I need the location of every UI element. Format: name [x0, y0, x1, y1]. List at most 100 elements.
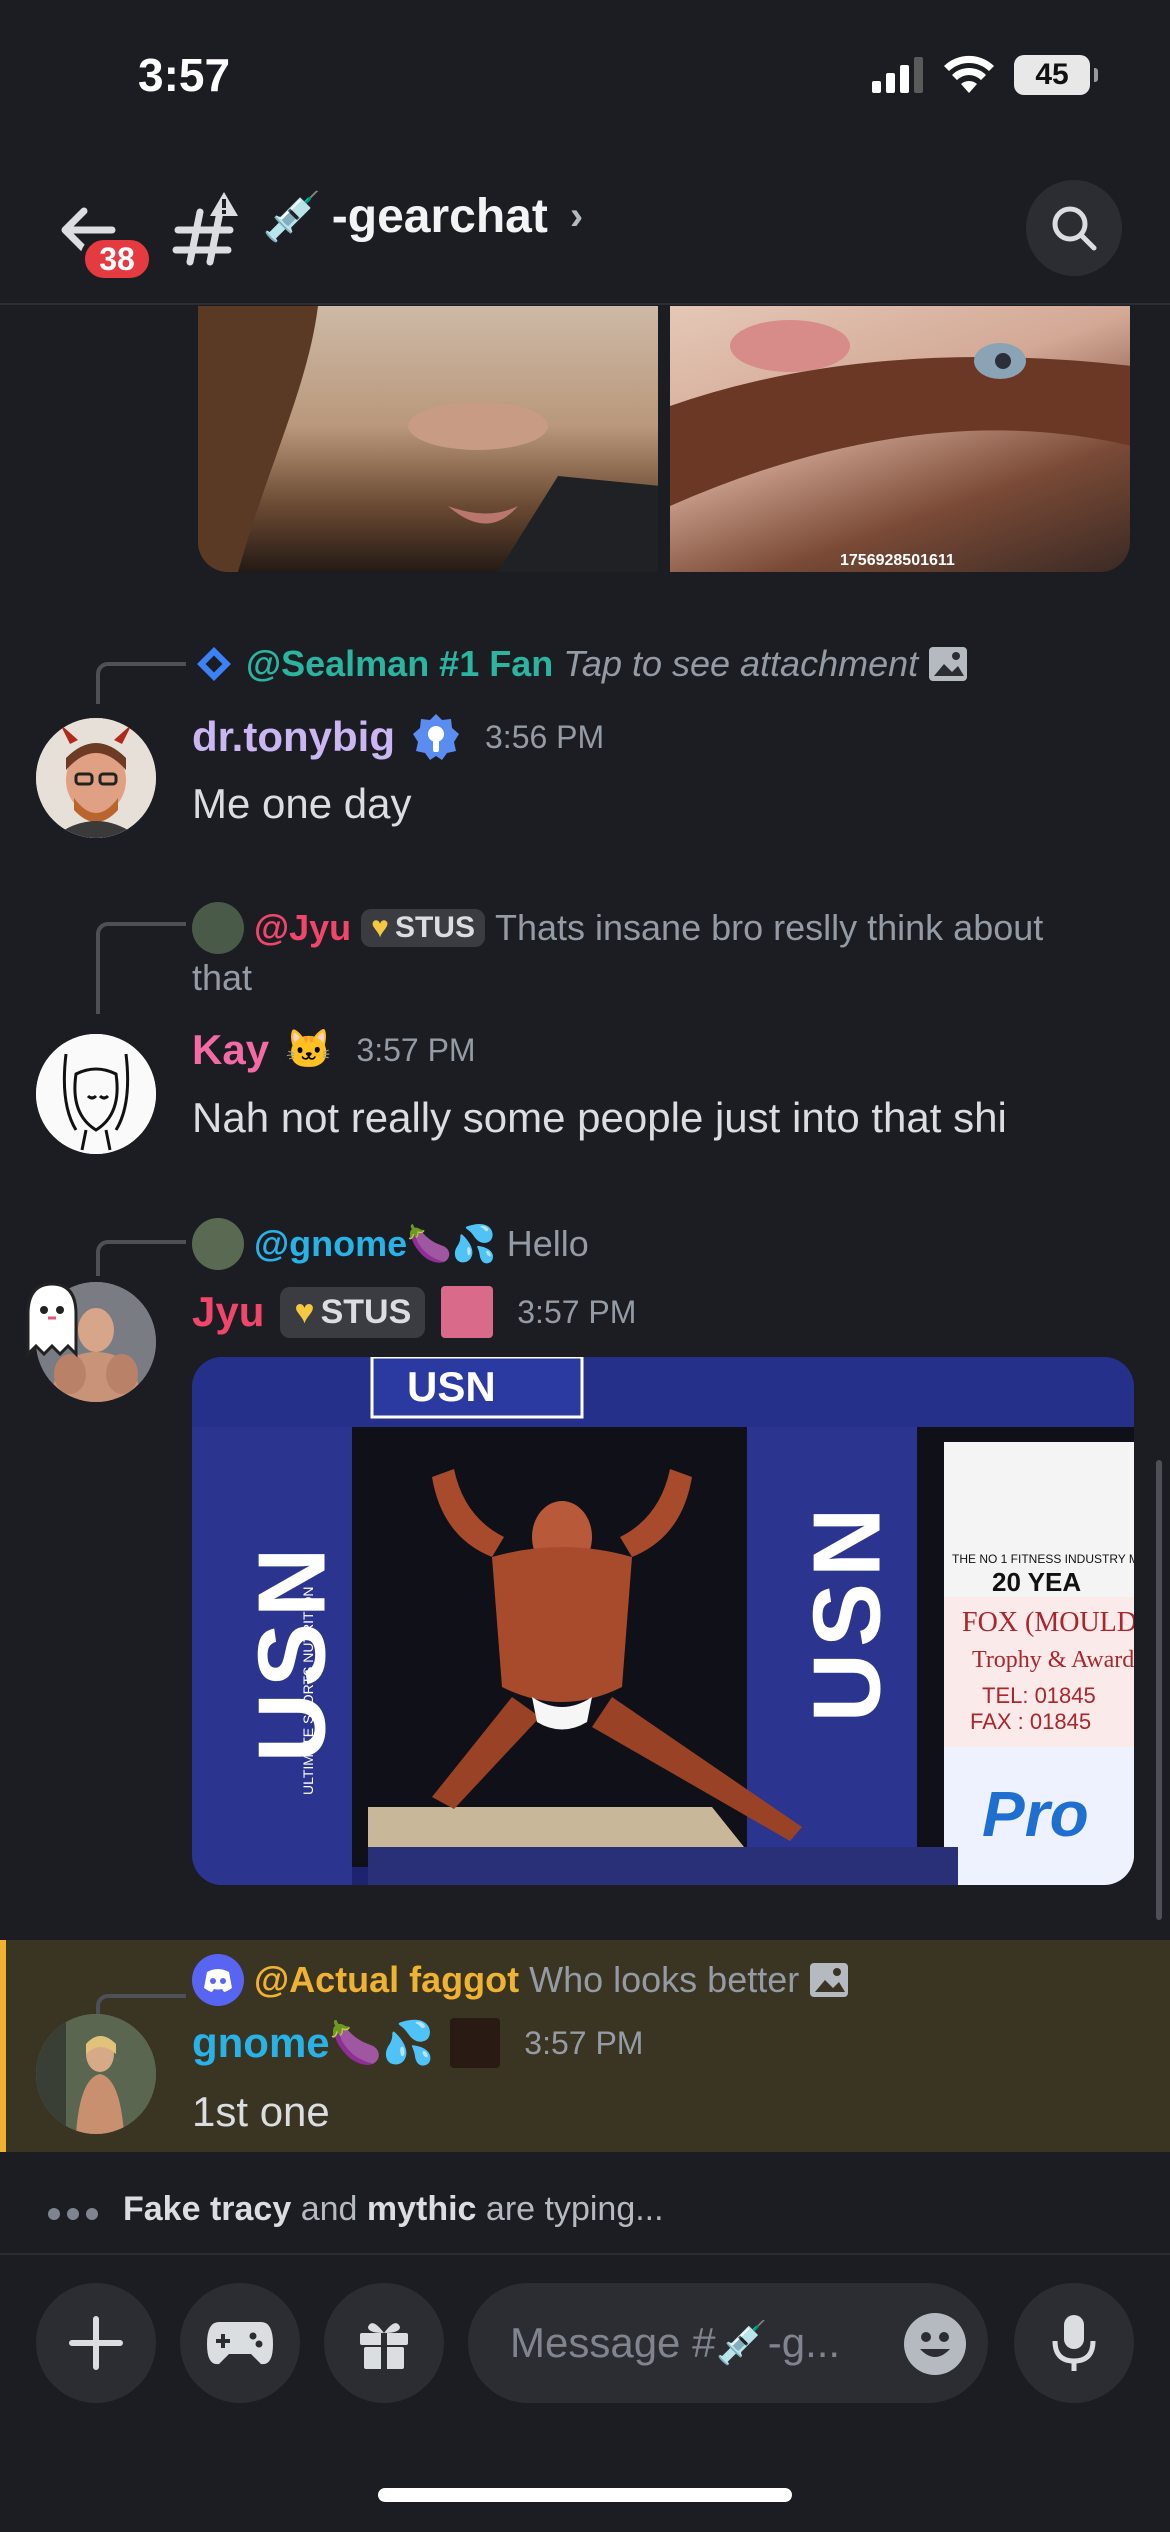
- photo-sign-top: THE NO 1 FITNESS INDUSTRY MA: [952, 1552, 1134, 1566]
- attachment-image[interactable]: [198, 306, 658, 572]
- photo-sign-line: FOX (MOULDIN: [962, 1607, 1134, 1638]
- smiley-icon: [920, 2332, 950, 2357]
- message-text: 1st one: [192, 2088, 330, 2135]
- channel-title[interactable]: 💉 -gearchat ›: [262, 188, 583, 245]
- heart-icon: ♥: [294, 1292, 315, 1331]
- wifi-icon: [944, 55, 994, 93]
- role-label: STUS: [320, 1292, 412, 1331]
- gamepad-icon: [207, 2322, 273, 2365]
- reply-connector: [96, 662, 186, 704]
- reply-avatar: [192, 1218, 244, 1270]
- battery-indicator: 45: [1014, 55, 1098, 95]
- typing-user: mythic: [366, 2190, 477, 2228]
- reply-mention: @Actual faggot: [254, 1959, 520, 2000]
- reply-text: Thats insane bro reslly think about: [494, 907, 1044, 948]
- role-label: STUS: [394, 911, 475, 944]
- status-icons: 45: [872, 55, 1098, 95]
- reply-preview[interactable]: @Actual faggot Who looks better: [192, 1954, 849, 2006]
- reply-preview-continued: that: [192, 957, 252, 999]
- unread-badge: 38: [80, 235, 154, 283]
- reply-mention: @gnome🍆💦: [254, 1223, 497, 1264]
- typing-joiner: and: [300, 2190, 358, 2228]
- typing-dots-icon: [48, 2190, 105, 2229]
- role-tag: ♥ STUS: [280, 1286, 426, 1338]
- avatar[interactable]: [36, 1034, 156, 1154]
- role-icon: [441, 1286, 494, 1338]
- role-tag: ♥ STUS: [361, 909, 485, 947]
- timestamp: 3:56 PM: [485, 718, 605, 755]
- avatar[interactable]: [36, 2014, 156, 2134]
- chevron-right-icon: ›: [569, 194, 584, 238]
- status-time: 3:57: [138, 49, 231, 101]
- emoji-button[interactable]: [904, 2313, 966, 2375]
- reply-text: Hello: [506, 1223, 589, 1264]
- reply-text: Tap to see attachment: [563, 643, 919, 684]
- username[interactable]: Jyu: [192, 1288, 264, 1336]
- reply-mention: @Sealman #1 Fan: [246, 643, 554, 684]
- reply-text: that: [192, 957, 253, 998]
- channel-header: 38 💉 -gearchat ›: [0, 160, 1170, 305]
- message-input-placeholder: Message #💉-g...: [510, 2318, 841, 2366]
- message-composer: Message #💉-g...: [0, 2253, 1170, 2532]
- avatar[interactable]: [36, 718, 156, 838]
- search-button[interactable]: [1026, 180, 1122, 276]
- timestamp: 3:57 PM: [356, 1031, 476, 1068]
- discord-logo-icon: [192, 1954, 244, 2006]
- gift-icon: [360, 2323, 408, 2369]
- ghost-sticker-icon: [26, 1282, 78, 1358]
- plus-icon: [69, 2316, 123, 2370]
- photo-sign-pro: Pro: [982, 1778, 1089, 1850]
- reply-text: Who looks better: [529, 1959, 800, 2000]
- message-header: dr.tonybig 3:56 PM: [192, 712, 604, 762]
- message-text: Nah not really some people just into tha…: [192, 1094, 1007, 1141]
- photo-sign-line: FAX : 01845: [970, 1709, 1092, 1734]
- timestamp: 3:57 PM: [524, 2024, 644, 2061]
- message-header: Kay 🐱 3:57 PM: [192, 1026, 476, 1074]
- status-bar: 3:57 45: [0, 0, 1170, 150]
- scrollbar[interactable]: [1156, 1460, 1162, 1920]
- message-header: Jyu ♥ STUS 3:57 PM: [192, 1286, 636, 1338]
- reply-avatar: [192, 902, 244, 954]
- photo-brand-sub: ULTIMATE SPORTS NUTRITION: [300, 1586, 316, 1795]
- reply-preview[interactable]: @Jyu ♥ STUS Thats insane bro reslly think…: [192, 902, 1043, 954]
- photo-brand-right: USN: [793, 1501, 901, 1723]
- channel-name-text: -gearchat: [331, 190, 548, 243]
- reply-preview[interactable]: @Sealman #1 Fan Tap to see attachment: [192, 642, 968, 686]
- syringe-icon: 💉: [262, 191, 322, 244]
- home-indicator[interactable]: [378, 2488, 792, 2502]
- voice-message-button[interactable]: [1014, 2283, 1134, 2403]
- typing-user: Fake tracy: [123, 2190, 292, 2228]
- image-attachments: 1756928501611: [198, 306, 1130, 572]
- server-boost-badge-icon: [413, 714, 459, 760]
- reply-connector: [96, 1240, 186, 1276]
- channel-hash-rules-icon: [172, 190, 242, 270]
- photo-sign-line: TEL: 01845: [982, 1683, 1096, 1708]
- username[interactable]: dr.tonybig: [192, 713, 395, 761]
- reply-connector: [96, 922, 186, 1014]
- add-attachment-button[interactable]: [36, 2283, 156, 2403]
- username[interactable]: Kay: [192, 1026, 269, 1074]
- microphone-icon: [1052, 2315, 1096, 2371]
- message-header: gnome🍆💦 3:57 PM: [192, 2018, 643, 2068]
- diamond-app-icon: [197, 647, 231, 681]
- reply-preview[interactable]: @gnome🍆💦 Hello: [192, 1218, 589, 1270]
- message-input[interactable]: Message #💉-g...: [468, 2283, 988, 2403]
- message-text: Me one day: [192, 780, 412, 827]
- gift-button[interactable]: [324, 2283, 444, 2403]
- cellular-signal-icon: [872, 57, 923, 93]
- hello-kitty-badge-icon: 🐱: [285, 1029, 333, 1071]
- activities-button[interactable]: [180, 2283, 300, 2403]
- reply-mention: @Jyu: [254, 907, 352, 948]
- heart-icon: ♥: [371, 911, 389, 944]
- photo-sign-line: Trophy & Award: [972, 1647, 1134, 1673]
- photo-brand-left: USN: [238, 1541, 346, 1763]
- role-icon: [450, 2018, 501, 2068]
- image-icon: [929, 647, 968, 681]
- attachment-photo[interactable]: USN USN USN ULTIMATE SPORTS NUTRITION TH…: [192, 1357, 1134, 1885]
- attachment-image[interactable]: 1756928501611: [670, 306, 1130, 572]
- typing-indicator: Fake tracy and mythic are typing...: [48, 2190, 664, 2229]
- username[interactable]: gnome🍆💦: [192, 2019, 434, 2068]
- typing-suffix: are typing...: [485, 2190, 664, 2228]
- search-icon: [1052, 206, 1097, 251]
- timestamp: 3:57 PM: [517, 1293, 637, 1330]
